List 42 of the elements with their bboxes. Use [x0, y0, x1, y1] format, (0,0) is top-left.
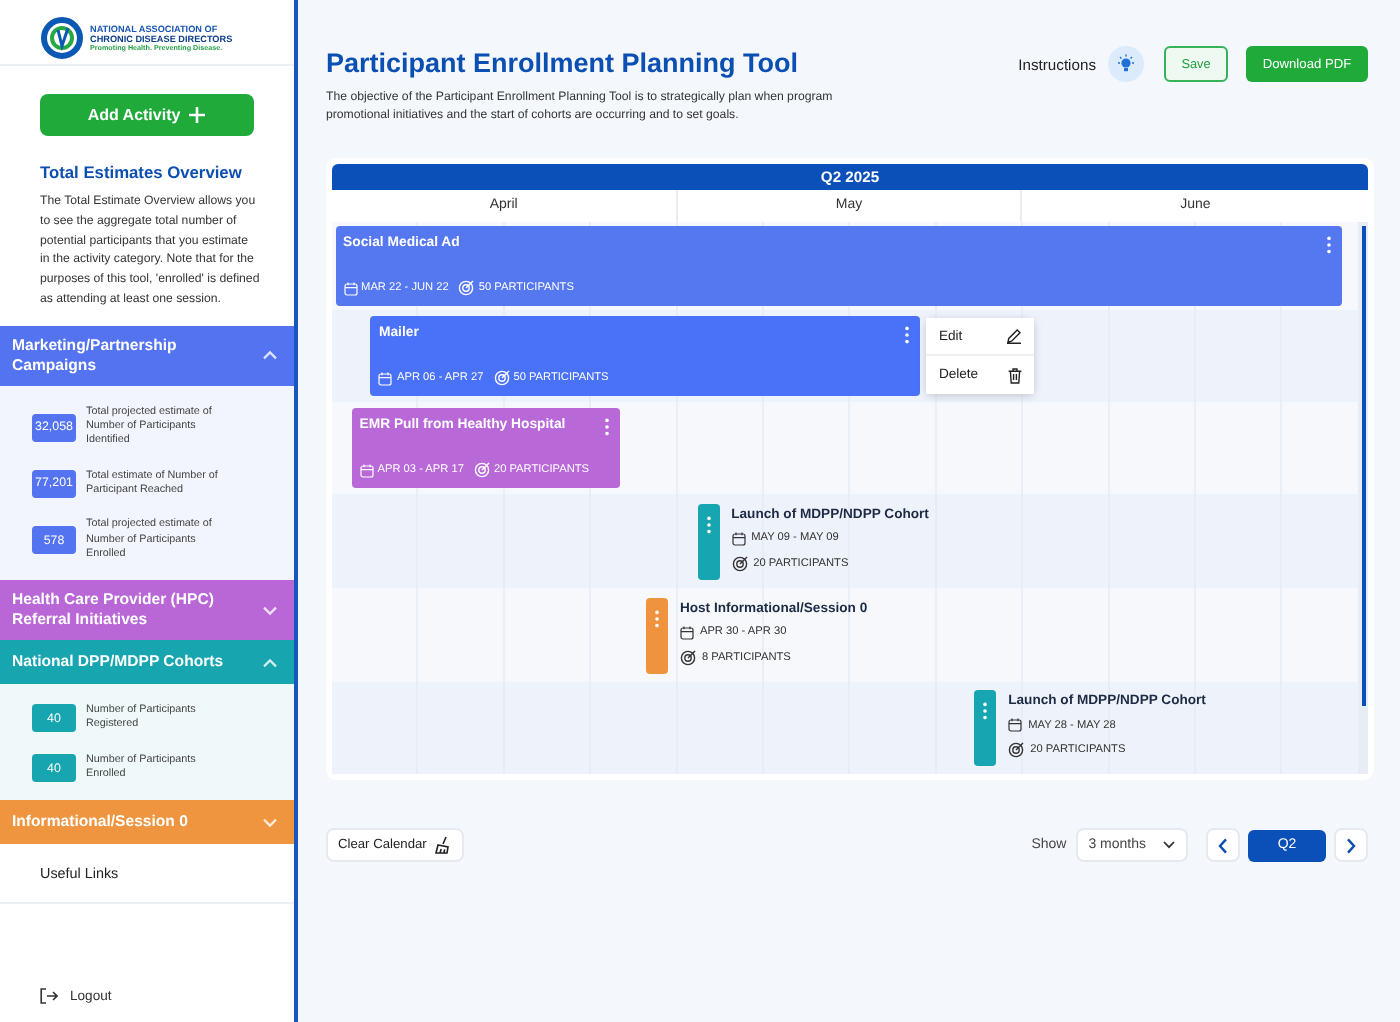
lightbulb-icon: [1116, 54, 1136, 74]
more-icon[interactable]: [653, 609, 660, 627]
more-icon[interactable]: [1326, 236, 1333, 254]
chevron-icon: [262, 817, 278, 828]
more-icon[interactable]: [904, 326, 911, 344]
activity-marker[interactable]: [697, 503, 720, 579]
logout-icon: [40, 988, 58, 1004]
more-icon[interactable]: [603, 418, 610, 436]
chevron-left-icon: [1218, 837, 1228, 853]
target-icon: [493, 370, 510, 386]
overview-title: Total Estimates Overview: [40, 162, 244, 182]
target-icon: [458, 280, 475, 296]
page-title: Participant Enrollment Planning Tool: [326, 48, 801, 78]
chevron-icon: [262, 605, 278, 616]
target-icon: [731, 555, 748, 571]
scrollbar-thumb[interactable]: [1361, 226, 1365, 706]
chevron-icon: [262, 350, 278, 361]
more-icon[interactable]: [982, 702, 989, 720]
target-icon: [473, 462, 490, 478]
logo-icon: [40, 16, 84, 60]
broom-icon: [434, 836, 453, 854]
activity-marker[interactable]: [974, 690, 997, 766]
target-icon: [679, 649, 696, 665]
calendar-icon: [679, 625, 694, 639]
pencil-icon: [1006, 328, 1023, 344]
calendar-icon: [1008, 718, 1023, 732]
chevron-right-icon: [1346, 837, 1356, 853]
add-activity-button[interactable]: Add Activity: [40, 94, 254, 136]
chevron-down-icon: [1162, 840, 1176, 850]
trash-icon: [1008, 367, 1023, 383]
calendar-icon: [359, 463, 374, 477]
chevron-icon: [262, 657, 278, 668]
more-icon[interactable]: [705, 515, 712, 533]
calendar-icon: [731, 531, 746, 545]
instructions-button[interactable]: [1108, 46, 1144, 82]
calendar-icon: [343, 281, 358, 295]
activity-marker[interactable]: [645, 597, 668, 673]
target-icon: [1008, 742, 1025, 758]
calendar-icon: [378, 371, 393, 385]
previous-button[interactable]: [1206, 828, 1240, 862]
next-button[interactable]: [1334, 828, 1368, 862]
plus-icon: [188, 106, 207, 124]
